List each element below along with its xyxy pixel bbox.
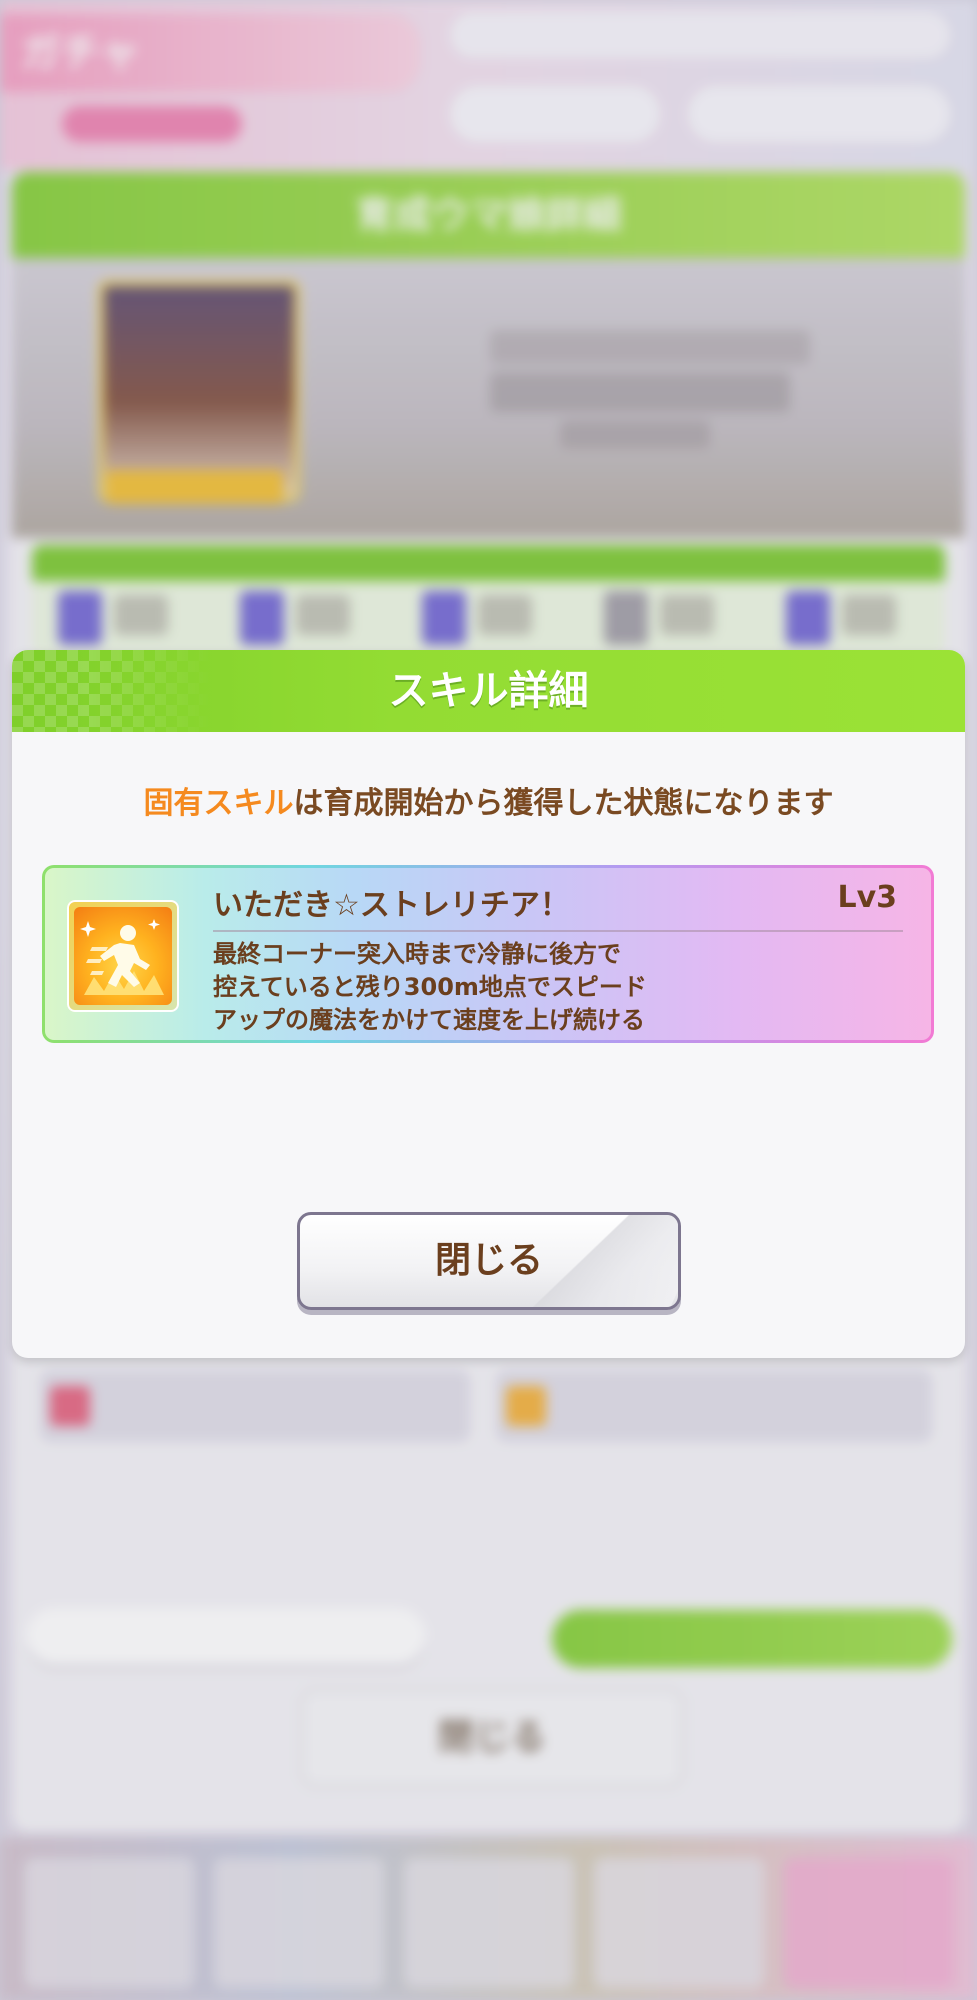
skill-level: Lv3: [837, 880, 897, 915]
skill-description-line: アップの魔法をかけて速度を上げ続ける: [213, 1006, 645, 1034]
notice-highlight: 固有スキル: [143, 786, 294, 821]
skill-card: いただき☆ストレリチア！ Lv3 最終コーナー突入時まで冷静に後方で 控えている…: [42, 865, 934, 1043]
running-figure-icon: [80, 919, 164, 995]
divider: [213, 930, 903, 932]
close-button-label: 閉じる: [434, 1240, 543, 1281]
unique-skill-notice: 固有スキルは育成開始から獲得した状態になります: [12, 778, 965, 822]
skill-name: いただき☆ストレリチア！: [213, 888, 570, 923]
speed-skill-icon: [74, 907, 172, 1005]
dialog-header: スキル詳細: [12, 650, 965, 732]
skill-icon-frame: [67, 900, 179, 1012]
skill-description-line: 控えていると残り300m地点でスピード: [213, 973, 647, 1001]
close-button[interactable]: 閉じる: [297, 1212, 681, 1310]
skill-detail-dialog: スキル詳細 固有スキルは育成開始から獲得した状態になります いただき☆ストレリチ…: [12, 650, 965, 1358]
skill-description-line: 最終コーナー突入時まで冷静に後方で: [213, 940, 621, 968]
dialog-title: スキル詳細: [388, 668, 589, 714]
skill-description: 最終コーナー突入時まで冷静に後方で 控えていると残り300m地点でスピード アッ…: [213, 938, 903, 1037]
notice-text: は育成開始から獲得した状態になります: [293, 786, 834, 821]
